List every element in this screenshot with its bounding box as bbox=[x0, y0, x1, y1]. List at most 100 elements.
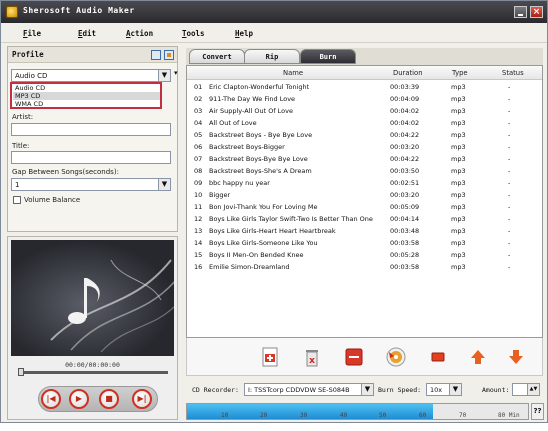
profile-option[interactable]: MP3 CD bbox=[13, 92, 160, 100]
track-status: - bbox=[508, 83, 511, 91]
add-file-icon[interactable] bbox=[259, 346, 281, 368]
playback-time: 00:00/00:00:00 bbox=[65, 361, 120, 369]
capacity-help-button[interactable]: ?? bbox=[531, 403, 544, 420]
artist-field[interactable] bbox=[11, 123, 171, 136]
menu-file[interactable]: File bbox=[23, 29, 41, 38]
table-row[interactable]: 04 All Out of Love 00:04:02 mp3 - bbox=[187, 117, 542, 129]
menu-tools[interactable]: Tools bbox=[182, 29, 205, 38]
close-button[interactable]: × bbox=[530, 6, 543, 18]
track-list: Name Duration Type Status 01 Eric Clapton… bbox=[186, 65, 543, 338]
capacity-tick-label: 20 bbox=[260, 412, 268, 419]
track-name: Emilie Simon-Dreamland bbox=[209, 263, 290, 271]
track-name: Bigger bbox=[209, 191, 231, 199]
table-row[interactable]: 14 Boys Like Girls-Someone Like You 00:03:… bbox=[187, 237, 542, 249]
track-number: 07 bbox=[194, 155, 203, 163]
track-number: 10 bbox=[194, 191, 203, 199]
menu-file-rest: ile bbox=[27, 29, 42, 38]
track-number: 02 bbox=[194, 95, 203, 103]
track-name: Boys II Men-On Bended Knee bbox=[209, 251, 304, 259]
previous-button[interactable]: |◀ bbox=[41, 389, 61, 409]
minimize-button[interactable] bbox=[514, 6, 527, 18]
track-duration: 00:04:22 bbox=[390, 155, 420, 163]
burn-disc-icon[interactable] bbox=[385, 346, 407, 368]
track-status: - bbox=[508, 191, 511, 199]
track-name: Eric Clapton-Wonderful Tonight bbox=[209, 83, 310, 91]
table-row[interactable]: 11 Bon Jovi-Thank You For Loving Me 00:05:… bbox=[187, 201, 542, 213]
track-number: 14 bbox=[194, 239, 203, 247]
burn-speed-select[interactable]: 10x ▼ bbox=[426, 383, 462, 396]
burn-speed-value: 10x bbox=[430, 386, 443, 394]
track-duration: 00:03:48 bbox=[390, 227, 420, 235]
menu-help[interactable]: Help bbox=[235, 29, 253, 38]
menu-tools-rest: ools bbox=[186, 29, 205, 38]
track-status: - bbox=[508, 179, 511, 187]
table-row[interactable]: 05 Backstreet Boys - Bye Bye Love 00:04:22… bbox=[187, 129, 542, 141]
tab-convert[interactable]: Convert bbox=[189, 49, 245, 64]
profile-option[interactable]: WMA CD bbox=[13, 100, 160, 108]
tab-burn[interactable]: Burn bbox=[300, 49, 356, 64]
table-row[interactable]: 06 Backstreet Boys-Bigger 00:03:20 mp3 - bbox=[187, 141, 542, 153]
track-status: - bbox=[508, 215, 511, 223]
track-duration: 00:03:58 bbox=[390, 263, 420, 271]
column-type[interactable]: Type bbox=[452, 69, 468, 77]
chevron-down-icon: ▼ bbox=[449, 384, 461, 395]
title-label: Title: bbox=[12, 142, 30, 150]
profile-select[interactable]: Audio CD ▼ bbox=[11, 69, 171, 82]
table-row[interactable]: 08 Backstreet Boys-She's A Dream 00:03:50 m… bbox=[187, 165, 542, 177]
volume-balance-checkbox[interactable] bbox=[13, 196, 21, 204]
table-row[interactable]: 01 Eric Clapton-Wonderful Tonight 00:03:39… bbox=[187, 81, 542, 93]
track-name: Backstreet Boys - Bye Bye Love bbox=[209, 131, 313, 139]
track-name: Backstreet Boys-She's A Dream bbox=[209, 167, 312, 175]
table-row[interactable]: 02 911-The Day We Find Love 00:04:09 mp3 - bbox=[187, 93, 542, 105]
cd-recorder-select[interactable]: I: TSSTcorp CDDVDW SE-S084B ▼ bbox=[244, 383, 374, 396]
move-down-icon[interactable] bbox=[505, 346, 527, 368]
track-status: - bbox=[508, 263, 511, 271]
table-row[interactable]: 12 Boys Like Girls Taylor Swift-Two Is Be… bbox=[187, 213, 542, 225]
playback-progress-track[interactable] bbox=[18, 371, 168, 374]
table-row[interactable]: 07 Backstreet Boys-Bye Bye Love 00:04:22 mp… bbox=[187, 153, 542, 165]
clear-icon[interactable] bbox=[427, 346, 449, 368]
profile-more-icon[interactable]: ▾ bbox=[174, 69, 178, 77]
track-duration: 00:05:09 bbox=[390, 203, 420, 211]
capacity-tick-label: 60 bbox=[419, 412, 427, 419]
track-status: - bbox=[508, 107, 511, 115]
column-name[interactable]: Name bbox=[283, 69, 303, 77]
play-button[interactable]: ▶ bbox=[69, 389, 89, 409]
menu-bar: File Edit Action Tools Help bbox=[1, 25, 547, 43]
delete-icon[interactable]: x bbox=[301, 346, 323, 368]
table-row[interactable]: 16 Emilie Simon-Dreamland 00:03:58 mp3 - bbox=[187, 261, 542, 273]
profile-list-icon[interactable] bbox=[151, 50, 161, 60]
track-status: - bbox=[508, 95, 511, 103]
volume-balance-label: Volume Balance bbox=[24, 196, 81, 204]
table-row[interactable]: 10 Bigger 00:03:20 mp3 - bbox=[187, 189, 542, 201]
column-status[interactable]: Status bbox=[502, 69, 524, 77]
remove-icon[interactable] bbox=[343, 346, 365, 368]
profile-edit-icon[interactable] bbox=[164, 50, 174, 60]
tab-rip[interactable]: Rip bbox=[244, 49, 300, 64]
track-type: mp3 bbox=[451, 263, 466, 271]
track-status: - bbox=[508, 251, 511, 259]
track-status: - bbox=[508, 119, 511, 127]
gap-select[interactable]: 1 ▼ bbox=[11, 178, 171, 191]
chevron-down-icon: ▼ bbox=[158, 70, 170, 81]
table-row[interactable]: 03 Air Supply-All Out Of Love 00:04:02 mp3 - bbox=[187, 105, 542, 117]
profile-option[interactable]: Audio CD bbox=[13, 84, 160, 92]
track-number: 16 bbox=[194, 263, 203, 271]
menu-edit[interactable]: Edit bbox=[78, 29, 96, 38]
app-icon bbox=[6, 6, 18, 18]
stop-button[interactable]: ■ bbox=[99, 389, 119, 409]
profile-selected: Audio CD bbox=[15, 72, 48, 80]
move-up-icon[interactable] bbox=[467, 346, 489, 368]
next-button[interactable]: ▶| bbox=[132, 389, 152, 409]
track-name: Backstreet Boys-Bye Bye Love bbox=[209, 155, 308, 163]
menu-action[interactable]: Action bbox=[126, 29, 153, 38]
track-status: - bbox=[508, 143, 511, 151]
table-row[interactable]: 09 bbc happy nu year 00:02:51 mp3 - bbox=[187, 177, 542, 189]
table-row[interactable]: 13 Boys Like Girls-Heart Heart Heartbreak… bbox=[187, 225, 542, 237]
title-field[interactable] bbox=[11, 151, 171, 164]
track-type: mp3 bbox=[451, 167, 466, 175]
playback-progress-handle[interactable] bbox=[18, 368, 24, 376]
column-duration[interactable]: Duration bbox=[393, 69, 423, 77]
table-row[interactable]: 15 Boys II Men-On Bended Knee 00:05:28 mp3 - bbox=[187, 249, 542, 261]
amount-stepper[interactable]: 1 ▲▼ bbox=[512, 383, 540, 396]
